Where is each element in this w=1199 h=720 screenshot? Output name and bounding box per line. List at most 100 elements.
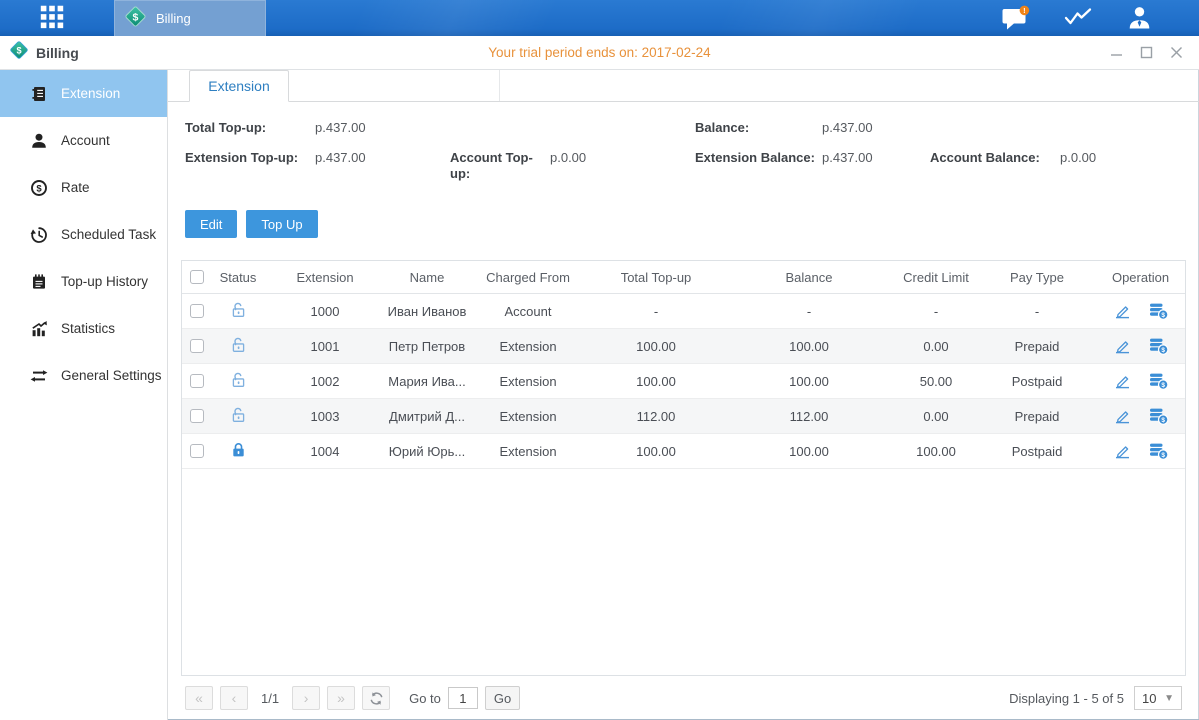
sidebar-item-extension[interactable]: Extension [0, 70, 167, 117]
cell-balance: 112.00 [724, 409, 894, 424]
cell-charged-from: Extension [468, 374, 588, 389]
rate-icon: $ [30, 179, 48, 197]
row-checkbox[interactable] [190, 339, 204, 353]
apps-grid-icon [37, 2, 67, 35]
row-checkbox[interactable] [190, 374, 204, 388]
cell-charged-from: Extension [468, 409, 588, 424]
first-page-button[interactable] [185, 686, 213, 710]
messages-button[interactable]: ! [1001, 5, 1030, 32]
statistics-chart-button[interactable] [1063, 6, 1093, 31]
next-page-button[interactable] [292, 686, 320, 710]
tab-extension[interactable]: Extension [189, 70, 289, 102]
system-topbar: $ Billing ! [0, 0, 1199, 36]
extension-balance-label: Extension Balance: [695, 150, 822, 182]
sidebar-item-scheduled-task[interactable]: Scheduled Task [0, 211, 167, 258]
topup-extension-button[interactable]: $ [1148, 337, 1169, 355]
svg-text:$: $ [133, 11, 139, 23]
go-button[interactable]: Go [485, 686, 520, 710]
displaying-text: Displaying 1 - 5 of 5 [1009, 691, 1124, 706]
balance-label: Balance: [695, 120, 822, 136]
status-cell [212, 371, 264, 392]
edit-extension-button[interactable] [1113, 372, 1132, 390]
status-cell [212, 301, 264, 322]
sidebar-item-label: Scheduled Task [61, 227, 156, 242]
cell-name: Дмитрий Д... [386, 409, 468, 424]
page-indicator: 1/1 [261, 691, 279, 706]
total-topup-label: Total Top-up: [185, 120, 315, 136]
cell-pay-type: Postpaid [978, 374, 1096, 389]
cell-charged-from: Extension [468, 339, 588, 354]
unlocked-icon [230, 307, 247, 322]
svg-text:$: $ [36, 183, 42, 194]
billing-diamond-icon-small: $ [9, 40, 29, 65]
cell-pay-type: Postpaid [978, 444, 1096, 459]
topup-extension-button[interactable]: $ [1148, 442, 1169, 460]
cell-total-topup: - [588, 304, 724, 319]
svg-text:$: $ [1161, 452, 1165, 459]
account-icon [30, 132, 48, 150]
cell-total-topup: 100.00 [588, 444, 724, 459]
sidebar-item-statistics[interactable]: Statistics [0, 305, 167, 352]
cell-total-topup: 100.00 [588, 374, 724, 389]
edit-extension-button[interactable] [1113, 302, 1132, 320]
goto-page-input[interactable] [448, 687, 478, 709]
top-up-button[interactable]: Top Up [246, 210, 317, 238]
main-content: Extension Total Top-up: p.437.00 Balance… [168, 70, 1199, 720]
col-pay-type: Pay Type [978, 270, 1096, 285]
user-account-button[interactable] [1126, 5, 1153, 31]
refresh-button[interactable] [362, 686, 390, 710]
extensions-table: Status Extension Name Charged From Total… [181, 260, 1186, 676]
col-charged-from: Charged From [468, 270, 588, 285]
cell-pay-type: Prepaid [978, 409, 1096, 424]
edit-extension-button[interactable] [1113, 407, 1132, 425]
sidebar-item-topup-history[interactable]: Top-up History [0, 258, 167, 305]
page-size-select[interactable]: 10 ▼ [1134, 686, 1182, 710]
sidebar-item-label: Account [61, 133, 110, 148]
minimize-button[interactable] [1107, 44, 1125, 62]
col-balance: Balance [724, 270, 894, 285]
edit-extension-button[interactable] [1113, 442, 1132, 460]
topup-extension-button[interactable]: $ [1148, 302, 1169, 320]
edit-extension-button[interactable] [1113, 337, 1132, 355]
apps-menu-button[interactable] [36, 5, 68, 31]
maximize-button[interactable] [1137, 44, 1155, 62]
page-size-value: 10 [1142, 691, 1156, 706]
cell-charged-from: Account [468, 304, 588, 319]
topup-extension-button[interactable]: $ [1148, 407, 1169, 425]
sidebar-item-account[interactable]: Account [0, 117, 167, 164]
extension-icon [30, 85, 48, 103]
window-title: Billing [36, 45, 79, 61]
topup-extension-button[interactable]: $ [1148, 372, 1169, 390]
cell-name: Петр Петров [386, 339, 468, 354]
close-button[interactable] [1167, 44, 1185, 62]
cell-credit-limit: 0.00 [894, 339, 978, 354]
account-topup-label: Account Top-up: [450, 150, 550, 182]
table-row: 1002 Мария Ива... Extension 100.00 100.0… [182, 364, 1185, 399]
previous-page-button[interactable] [220, 686, 248, 710]
table-row: 1000 Иван Иванов Account - - - - [182, 294, 1185, 329]
edit-button[interactable]: Edit [185, 210, 237, 238]
sidebar-item-label: Rate [61, 180, 90, 195]
svg-text:$: $ [16, 45, 21, 55]
general-settings-icon [30, 367, 48, 385]
taskbar-tab-billing[interactable]: $ Billing [114, 0, 266, 36]
account-balance-value: p.0.00 [1060, 150, 1186, 182]
cell-name: Юрий Юрь... [386, 444, 468, 459]
sidebar-item-rate[interactable]: $ Rate [0, 164, 167, 211]
select-all-checkbox[interactable] [190, 270, 204, 284]
cell-pay-type: - [978, 304, 1096, 319]
row-checkbox[interactable] [190, 304, 204, 318]
row-checkbox[interactable] [190, 444, 204, 458]
unlocked-icon [230, 377, 247, 392]
billing-app-window: $ Billing ! [0, 0, 1199, 720]
row-checkbox[interactable] [190, 409, 204, 423]
status-cell [212, 406, 264, 427]
cell-credit-limit: - [894, 304, 978, 319]
last-page-button[interactable] [327, 686, 355, 710]
goto-label: Go to [409, 691, 441, 706]
table-body: 1000 Иван Иванов Account - - - - [182, 294, 1185, 469]
account-balance-label: Account Balance: [930, 150, 1060, 182]
sidebar-item-general-settings[interactable]: General Settings [0, 352, 167, 399]
svg-text:!: ! [1023, 6, 1026, 15]
sidebar-item-label: Statistics [61, 321, 115, 336]
